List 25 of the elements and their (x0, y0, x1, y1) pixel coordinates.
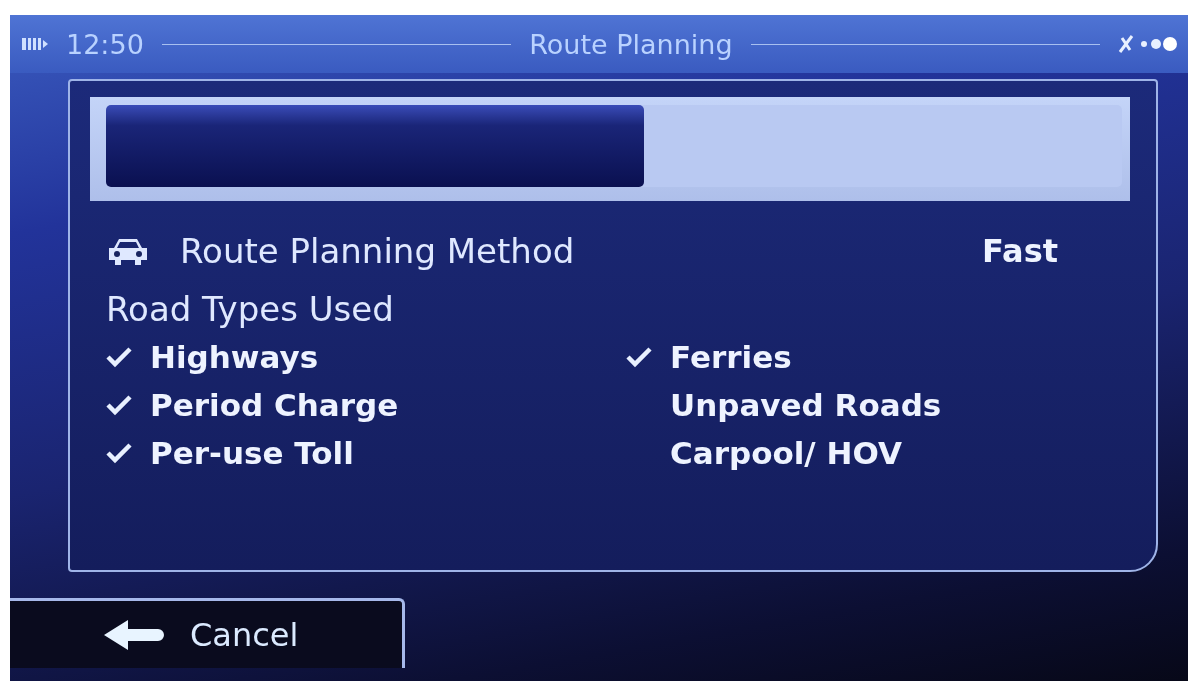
check-icon (106, 442, 132, 464)
car-icon (106, 236, 150, 266)
road-type-option[interactable]: Per-use Toll (106, 435, 626, 471)
road-type-option[interactable]: Ferries (626, 339, 1130, 375)
back-arrow-icon (102, 617, 164, 652)
signal-icon (22, 38, 48, 50)
check-icon (626, 346, 652, 368)
road-type-label: Carpool/ HOV (670, 435, 902, 471)
check-icon (106, 346, 132, 368)
screen-title: Route Planning (529, 28, 733, 60)
route-method-label[interactable]: Route Planning Method (180, 231, 983, 271)
road-type-label: Unpaved Roads (670, 387, 942, 423)
route-method-value: Fast (982, 232, 1058, 270)
road-type-option[interactable]: Carpool/ HOV (626, 435, 1130, 471)
road-type-option[interactable]: Highways (106, 339, 626, 375)
road-type-option[interactable]: Unpaved Roads (626, 387, 1130, 423)
road-type-label: Per-use Toll (150, 435, 354, 471)
road-type-label: Period Charge (150, 387, 399, 423)
road-type-label: Highways (150, 339, 319, 375)
clock-time: 12:50 (66, 28, 144, 60)
road-type-label: Ferries (670, 339, 792, 375)
road-type-option[interactable]: Period Charge (106, 387, 626, 423)
check-icon (106, 394, 132, 416)
road-types-heading: Road Types Used (106, 289, 395, 329)
cancel-button[interactable]: Cancel (10, 598, 405, 668)
